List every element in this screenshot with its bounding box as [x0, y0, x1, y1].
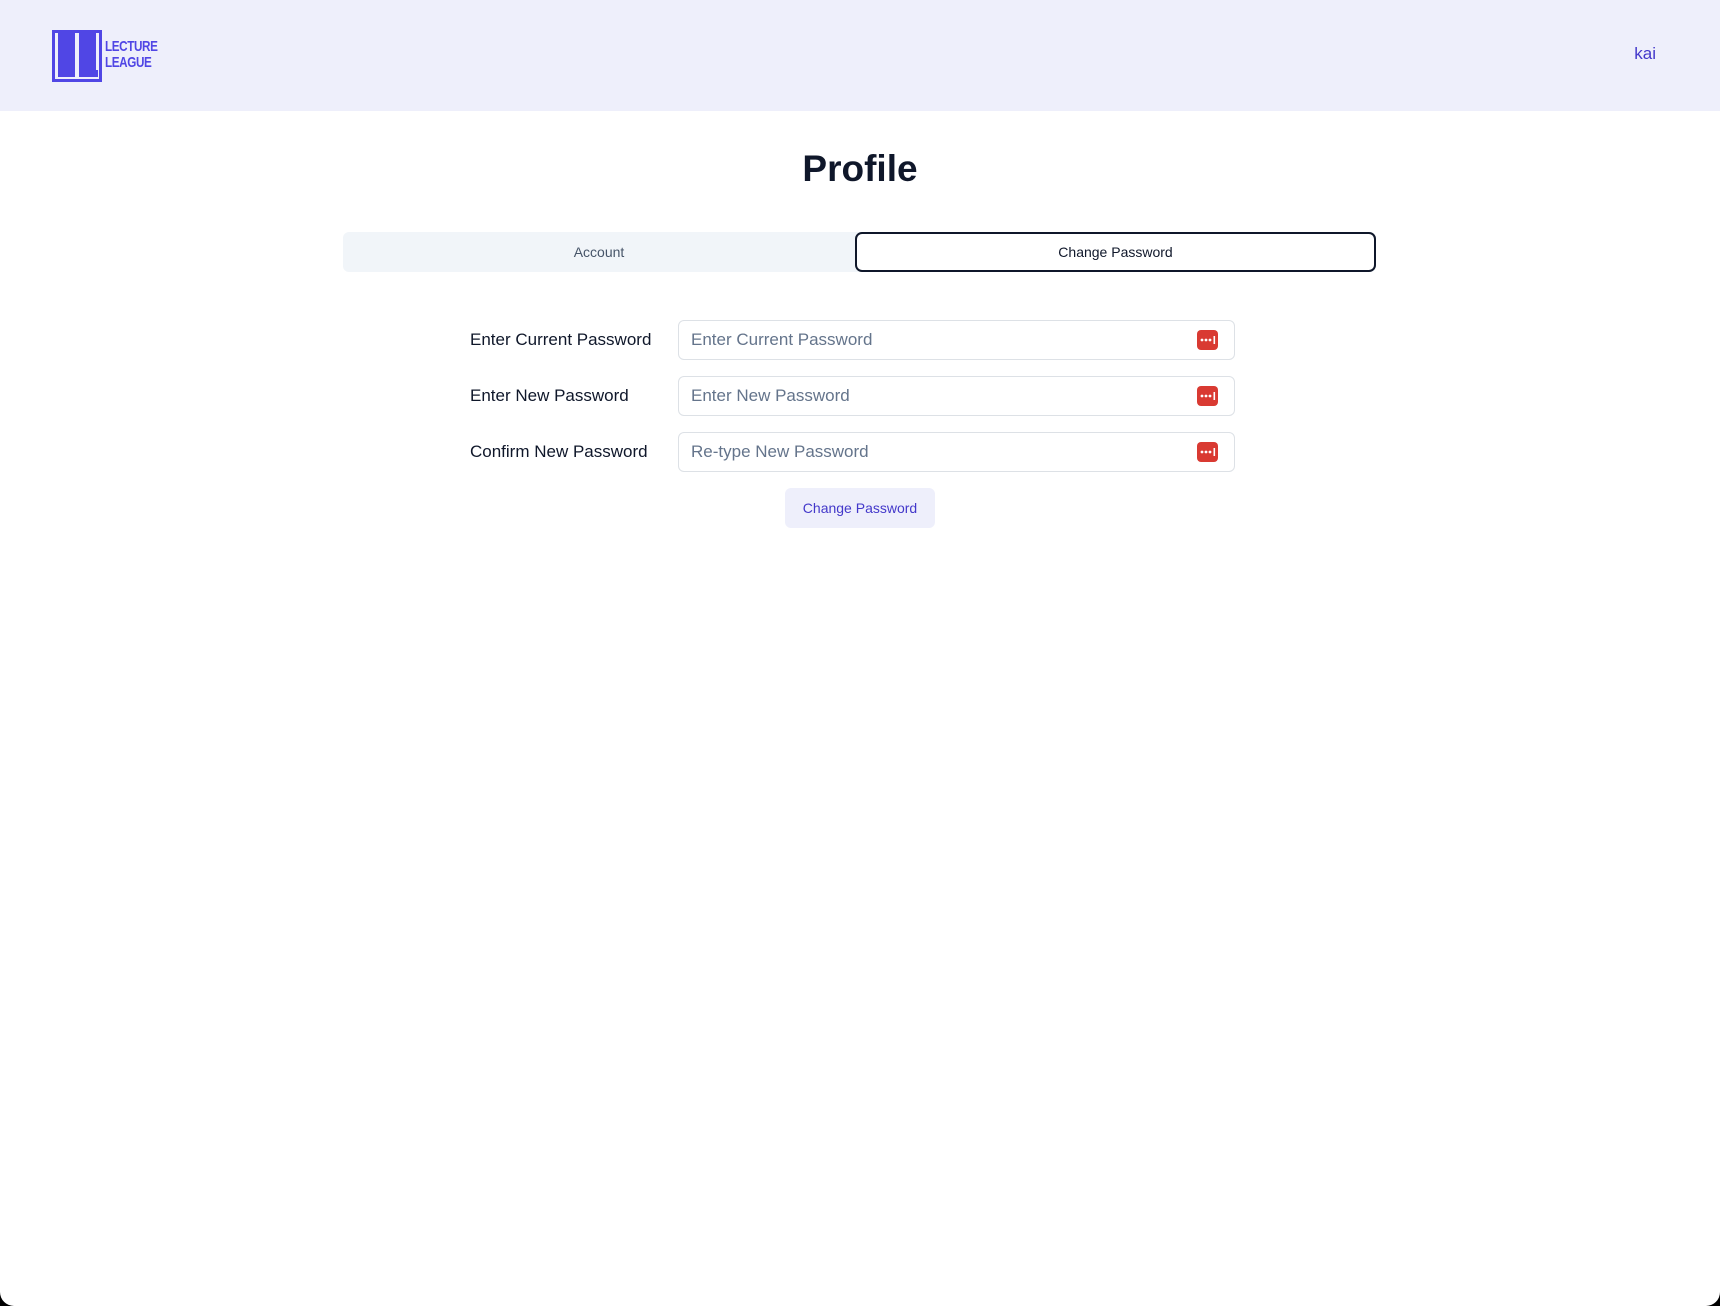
home-logo-link[interactable]: LECTURE LEAGUE: [52, 30, 162, 82]
confirm-password-row: Confirm New Password: [470, 432, 1235, 472]
logo-line-1: LECTURE: [105, 38, 158, 55]
confirm-password-input[interactable]: [679, 433, 1191, 471]
password-key-icon[interactable]: [1197, 386, 1218, 406]
new-password-field-wrapper: [678, 376, 1235, 416]
current-password-field-wrapper: [678, 320, 1235, 360]
confirm-password-label: Confirm New Password: [470, 442, 648, 461]
lecture-league-logo-icon: [52, 30, 102, 82]
app-window: LECTURE LEAGUE kai Profile Account Chang…: [0, 0, 1720, 1306]
password-key-icon[interactable]: [1197, 442, 1218, 462]
tab-change-password[interactable]: Change Password: [855, 232, 1376, 272]
user-menu-link[interactable]: kai: [1634, 44, 1656, 64]
new-password-input[interactable]: [679, 377, 1191, 415]
profile-tabs: Account Change Password: [343, 232, 1376, 272]
page-title: Profile: [802, 148, 918, 189]
logo-wordmark: LECTURE LEAGUE: [105, 39, 158, 71]
change-password-button[interactable]: Change Password: [785, 488, 935, 528]
current-password-input[interactable]: [679, 321, 1191, 359]
top-navbar: LECTURE LEAGUE kai: [0, 0, 1720, 111]
new-password-row: Enter New Password: [470, 376, 1235, 416]
logo-line-2: LEAGUE: [105, 54, 152, 71]
new-password-label: Enter New Password: [470, 386, 629, 405]
current-password-row: Enter Current Password: [470, 320, 1235, 360]
tab-account[interactable]: Account: [343, 232, 855, 272]
confirm-password-field-wrapper: [678, 432, 1235, 472]
password-key-icon[interactable]: [1197, 330, 1218, 350]
current-password-label: Enter Current Password: [470, 330, 652, 349]
